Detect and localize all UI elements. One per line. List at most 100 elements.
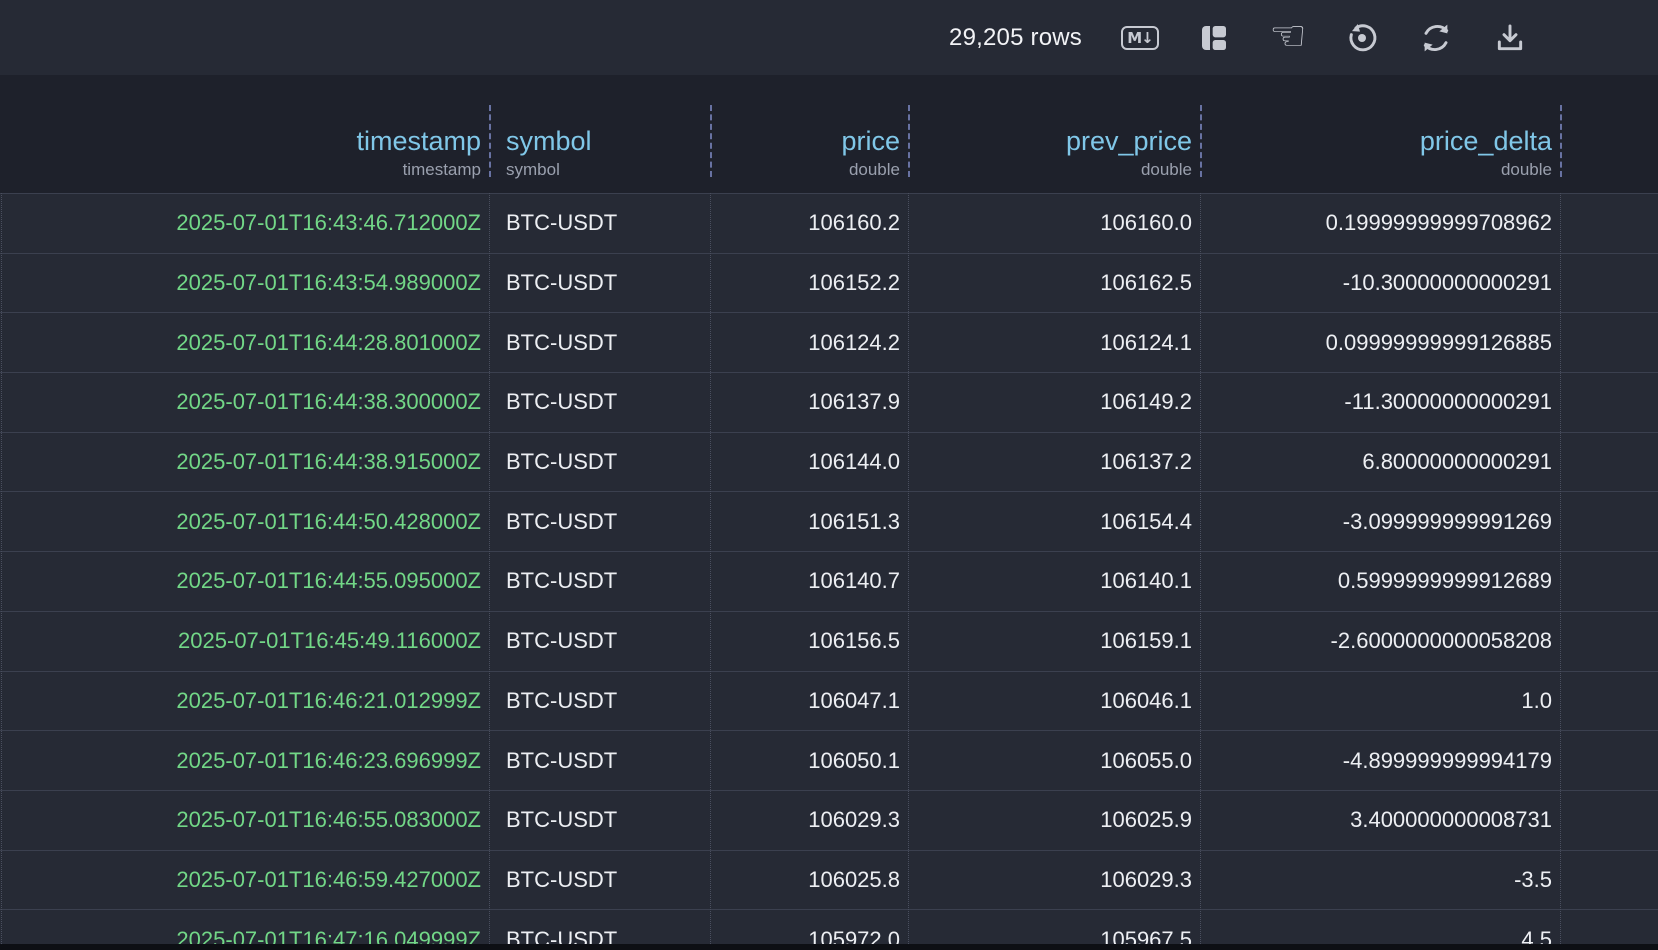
cell-timestamp[interactable]: 2025-07-01T16:46:55.083000Z <box>0 791 489 850</box>
cell-price_delta[interactable]: 6.80000000000291 <box>1200 433 1560 492</box>
pointer-hand-button[interactable]: ☜ <box>1270 20 1306 56</box>
cell-prev_price[interactable]: 106154.4 <box>908 492 1200 551</box>
cell-price[interactable]: 106156.5 <box>710 612 908 671</box>
cell-price[interactable]: 106029.3 <box>710 791 908 850</box>
download-button[interactable] <box>1492 20 1528 56</box>
history-refresh-button[interactable] <box>1344 20 1380 56</box>
table-row[interactable]: 2025-07-01T16:44:38.300000ZBTC-USDT10613… <box>0 372 1658 432</box>
cell-prev_price[interactable]: 106055.0 <box>908 731 1200 790</box>
cell-symbol[interactable]: BTC-USDT <box>489 492 710 551</box>
header-column-separator[interactable] <box>908 105 910 177</box>
header-column-separator[interactable] <box>1200 105 1202 177</box>
column-header-price[interactable]: price double <box>710 75 908 193</box>
cell-timestamp[interactable]: 2025-07-01T16:44:50.428000Z <box>0 492 489 551</box>
cell-price[interactable]: 106140.7 <box>710 552 908 611</box>
cell-symbol[interactable]: BTC-USDT <box>489 910 710 944</box>
cell-price_delta[interactable]: -3.099999999991269 <box>1200 492 1560 551</box>
cell-filler <box>1560 672 1658 731</box>
cell-timestamp[interactable]: 2025-07-01T16:44:28.801000Z <box>0 313 489 372</box>
cell-price_delta[interactable]: 0.19999999999708962 <box>1200 194 1560 253</box>
cell-timestamp[interactable]: 2025-07-01T16:46:23.696999Z <box>0 731 489 790</box>
cell-timestamp[interactable]: 2025-07-01T16:43:54.989000Z <box>0 254 489 313</box>
cell-prev_price[interactable]: 106046.1 <box>908 672 1200 731</box>
cell-price[interactable]: 106025.8 <box>710 851 908 910</box>
cell-symbol[interactable]: BTC-USDT <box>489 313 710 372</box>
cell-price_delta[interactable]: -4.899999999994179 <box>1200 731 1560 790</box>
table-row[interactable]: 2025-07-01T16:43:46.712000ZBTC-USDT10616… <box>0 193 1658 253</box>
table-row[interactable]: 2025-07-01T16:44:50.428000ZBTC-USDT10615… <box>0 491 1658 551</box>
cell-prev_price[interactable]: 106160.0 <box>908 194 1200 253</box>
cell-timestamp[interactable]: 2025-07-01T16:45:49.116000Z <box>0 612 489 671</box>
history-refresh-icon <box>1346 22 1378 54</box>
grid-layout-button[interactable] <box>1196 20 1232 56</box>
cell-price_delta[interactable]: 4.5 <box>1200 910 1560 944</box>
bottom-strip <box>0 944 1658 950</box>
cell-prev_price[interactable]: 105967.5 <box>908 910 1200 944</box>
cell-timestamp[interactable]: 2025-07-01T16:47:16.049999Z <box>0 910 489 944</box>
cell-symbol[interactable]: BTC-USDT <box>489 612 710 671</box>
table-row[interactable]: 2025-07-01T16:46:59.427000ZBTC-USDT10602… <box>0 850 1658 910</box>
cell-price[interactable]: 106144.0 <box>710 433 908 492</box>
cell-price[interactable]: 106047.1 <box>710 672 908 731</box>
table-body: 2025-07-01T16:43:46.712000ZBTC-USDT10616… <box>0 193 1658 944</box>
table-row[interactable]: 2025-07-01T16:46:55.083000ZBTC-USDT10602… <box>0 790 1658 850</box>
table-row[interactable]: 2025-07-01T16:44:38.915000ZBTC-USDT10614… <box>0 432 1658 492</box>
cell-price_delta[interactable]: -2.6000000000058208 <box>1200 612 1560 671</box>
table-row[interactable]: 2025-07-01T16:46:21.012999ZBTC-USDT10604… <box>0 671 1658 731</box>
cell-symbol[interactable]: BTC-USDT <box>489 254 710 313</box>
cell-price[interactable]: 106160.2 <box>710 194 908 253</box>
markdown-export-button[interactable]: M↓ <box>1122 20 1158 56</box>
cell-price_delta[interactable]: 0.5999999999912689 <box>1200 552 1560 611</box>
header-column-separator[interactable] <box>489 105 491 177</box>
cell-symbol[interactable]: BTC-USDT <box>489 672 710 731</box>
table-row[interactable]: 2025-07-01T16:47:16.049999ZBTC-USDT10597… <box>0 909 1658 944</box>
table-row[interactable]: 2025-07-01T16:45:49.116000ZBTC-USDT10615… <box>0 611 1658 671</box>
column-header-symbol[interactable]: symbol symbol <box>489 75 710 193</box>
header-column-separator[interactable] <box>1560 105 1562 177</box>
cell-price_delta[interactable]: -11.30000000000291 <box>1200 373 1560 432</box>
cell-timestamp[interactable]: 2025-07-01T16:43:46.712000Z <box>0 194 489 253</box>
cell-price[interactable]: 106124.2 <box>710 313 908 372</box>
cell-symbol[interactable]: BTC-USDT <box>489 433 710 492</box>
cell-symbol[interactable]: BTC-USDT <box>489 194 710 253</box>
table-body-wrap: 2025-07-01T16:43:46.712000ZBTC-USDT10616… <box>0 193 1658 944</box>
cell-price_delta[interactable]: 0.09999999999126885 <box>1200 313 1560 372</box>
cell-price[interactable]: 106137.9 <box>710 373 908 432</box>
cell-symbol[interactable]: BTC-USDT <box>489 373 710 432</box>
cell-timestamp[interactable]: 2025-07-01T16:46:21.012999Z <box>0 672 489 731</box>
cell-price_delta[interactable]: 1.0 <box>1200 672 1560 731</box>
column-header-prev-price[interactable]: prev_price double <box>908 75 1200 193</box>
table-row[interactable]: 2025-07-01T16:46:23.696999ZBTC-USDT10605… <box>0 730 1658 790</box>
cell-price_delta[interactable]: -10.30000000000291 <box>1200 254 1560 313</box>
cell-timestamp[interactable]: 2025-07-01T16:44:38.915000Z <box>0 433 489 492</box>
cell-price[interactable]: 106151.3 <box>710 492 908 551</box>
cell-price_delta[interactable]: 3.400000000008731 <box>1200 791 1560 850</box>
cell-prev_price[interactable]: 106159.1 <box>908 612 1200 671</box>
cell-symbol[interactable]: BTC-USDT <box>489 552 710 611</box>
cell-prev_price[interactable]: 106140.1 <box>908 552 1200 611</box>
cell-prev_price[interactable]: 106149.2 <box>908 373 1200 432</box>
cell-prev_price[interactable]: 106162.5 <box>908 254 1200 313</box>
cell-prev_price[interactable]: 106025.9 <box>908 791 1200 850</box>
column-header-timestamp[interactable]: timestamp timestamp <box>0 75 489 193</box>
cell-price[interactable]: 105972.0 <box>710 910 908 944</box>
table-row[interactable]: 2025-07-01T16:44:55.095000ZBTC-USDT10614… <box>0 551 1658 611</box>
cell-prev_price[interactable]: 106124.1 <box>908 313 1200 372</box>
cell-symbol[interactable]: BTC-USDT <box>489 731 710 790</box>
cell-timestamp[interactable]: 2025-07-01T16:44:55.095000Z <box>0 552 489 611</box>
cell-price_delta[interactable]: -3.5 <box>1200 851 1560 910</box>
header-column-separator[interactable] <box>710 105 712 177</box>
column-header-price-delta[interactable]: price_delta double <box>1200 75 1560 193</box>
cell-prev_price[interactable]: 106137.2 <box>908 433 1200 492</box>
cell-price[interactable]: 106152.2 <box>710 254 908 313</box>
cell-timestamp[interactable]: 2025-07-01T16:44:38.300000Z <box>0 373 489 432</box>
cell-price[interactable]: 106050.1 <box>710 731 908 790</box>
cell-prev_price[interactable]: 106029.3 <box>908 851 1200 910</box>
table-row[interactable]: 2025-07-01T16:44:28.801000ZBTC-USDT10612… <box>0 312 1658 372</box>
refresh-button[interactable] <box>1418 20 1454 56</box>
cell-timestamp[interactable]: 2025-07-01T16:46:59.427000Z <box>0 851 489 910</box>
table-row[interactable]: 2025-07-01T16:43:54.989000ZBTC-USDT10615… <box>0 253 1658 313</box>
cell-symbol[interactable]: BTC-USDT <box>489 791 710 850</box>
cell-filler <box>1560 492 1658 551</box>
cell-symbol[interactable]: BTC-USDT <box>489 851 710 910</box>
